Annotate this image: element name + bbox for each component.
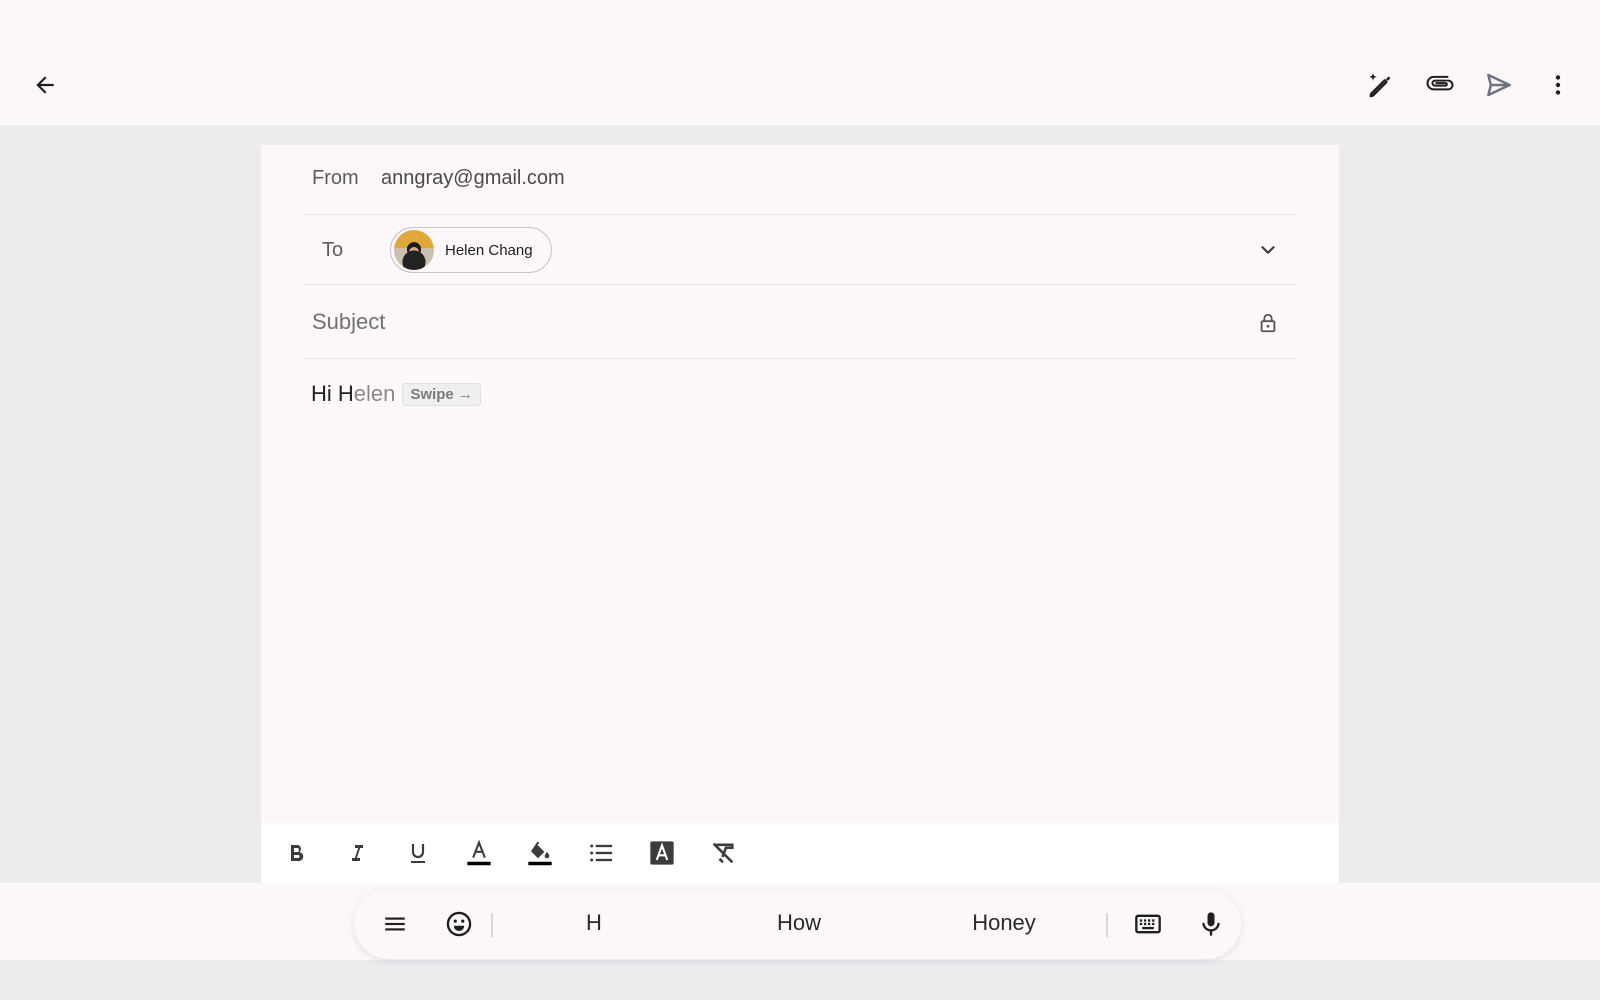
- send-button[interactable]: [1475, 61, 1523, 109]
- word-suggestion[interactable]: H: [586, 910, 602, 936]
- smart-compose-suggestion: elen: [353, 381, 396, 406]
- menu-icon: [385, 917, 405, 931]
- divider: [1106, 913, 1108, 937]
- message-body[interactable]: Hi H elen Swipe →: [311, 381, 481, 407]
- voice-input-button[interactable]: [1187, 900, 1235, 948]
- highlight-color-button[interactable]: [516, 829, 564, 877]
- expand-recipients-button[interactable]: [1244, 226, 1292, 274]
- keyboard-suggestion-strip: H How Honey: [0, 883, 1600, 960]
- italic-icon: [352, 845, 363, 861]
- paperclip-icon: [1426, 75, 1454, 91]
- swipe-hint[interactable]: Swipe →: [402, 382, 481, 406]
- bold-button[interactable]: [272, 829, 320, 877]
- top-app-bar: [0, 0, 1600, 125]
- back-button[interactable]: [21, 61, 69, 109]
- subject-row[interactable]: Subject: [302, 285, 1298, 359]
- emoji-button[interactable]: [435, 900, 483, 948]
- word-suggestion[interactable]: Honey: [972, 910, 1036, 936]
- attach-button[interactable]: [1416, 61, 1464, 109]
- subject-input[interactable]: Subject: [312, 309, 385, 335]
- underline-button[interactable]: [394, 829, 442, 877]
- underline-icon: [411, 844, 425, 863]
- keyboard-menu-button[interactable]: [371, 900, 419, 948]
- word-suggestion[interactable]: How: [777, 910, 821, 936]
- more-vert-icon: [1555, 75, 1561, 95]
- keyboard-toggle-button[interactable]: [1124, 900, 1172, 948]
- text-color-icon: [467, 839, 491, 866]
- italic-button[interactable]: [333, 829, 381, 877]
- help-me-write-button[interactable]: [1356, 61, 1404, 109]
- formatting-toolbar: [261, 823, 1339, 883]
- bulleted-list-icon: [590, 844, 613, 862]
- keyboard-suggestion-bar: H How Honey: [354, 889, 1241, 959]
- emoji-icon: [446, 911, 472, 937]
- clear-formatting-icon: [712, 842, 734, 864]
- more-options-button[interactable]: [1534, 61, 1582, 109]
- keyboard-icon: [1135, 914, 1161, 934]
- paint-bucket-icon: [528, 841, 552, 866]
- body-typed-text: Hi H: [311, 381, 354, 406]
- to-row[interactable]: To Helen Chang: [302, 215, 1298, 285]
- from-row[interactable]: From anngray@gmail.com: [302, 145, 1298, 215]
- text-background-button[interactable]: [638, 829, 686, 877]
- from-address[interactable]: anngray@gmail.com: [381, 167, 565, 190]
- compose-card: From anngray@gmail.com To Helen Chang Su…: [261, 145, 1339, 883]
- recipient-avatar: [394, 230, 434, 270]
- divider: [491, 913, 493, 937]
- send-icon: [1487, 73, 1511, 97]
- to-label: To: [322, 239, 344, 261]
- clear-formatting-button[interactable]: [699, 829, 747, 877]
- confidential-mode-button[interactable]: [1244, 299, 1292, 347]
- recipient-name: Helen Chang: [445, 241, 533, 259]
- text-color-button[interactable]: [455, 829, 503, 877]
- bold-icon: [291, 845, 304, 862]
- arrow-back-icon: [36, 76, 54, 94]
- text-background-icon: [650, 841, 674, 865]
- microphone-icon: [1202, 912, 1220, 936]
- chevron-down-icon: [1261, 246, 1275, 254]
- recipient-chip[interactable]: Helen Chang: [390, 227, 552, 273]
- from-label: From: [312, 167, 359, 189]
- bulleted-list-button[interactable]: [577, 829, 625, 877]
- pencil-sparkle-icon: [1369, 73, 1391, 98]
- lock-icon: [1260, 313, 1276, 333]
